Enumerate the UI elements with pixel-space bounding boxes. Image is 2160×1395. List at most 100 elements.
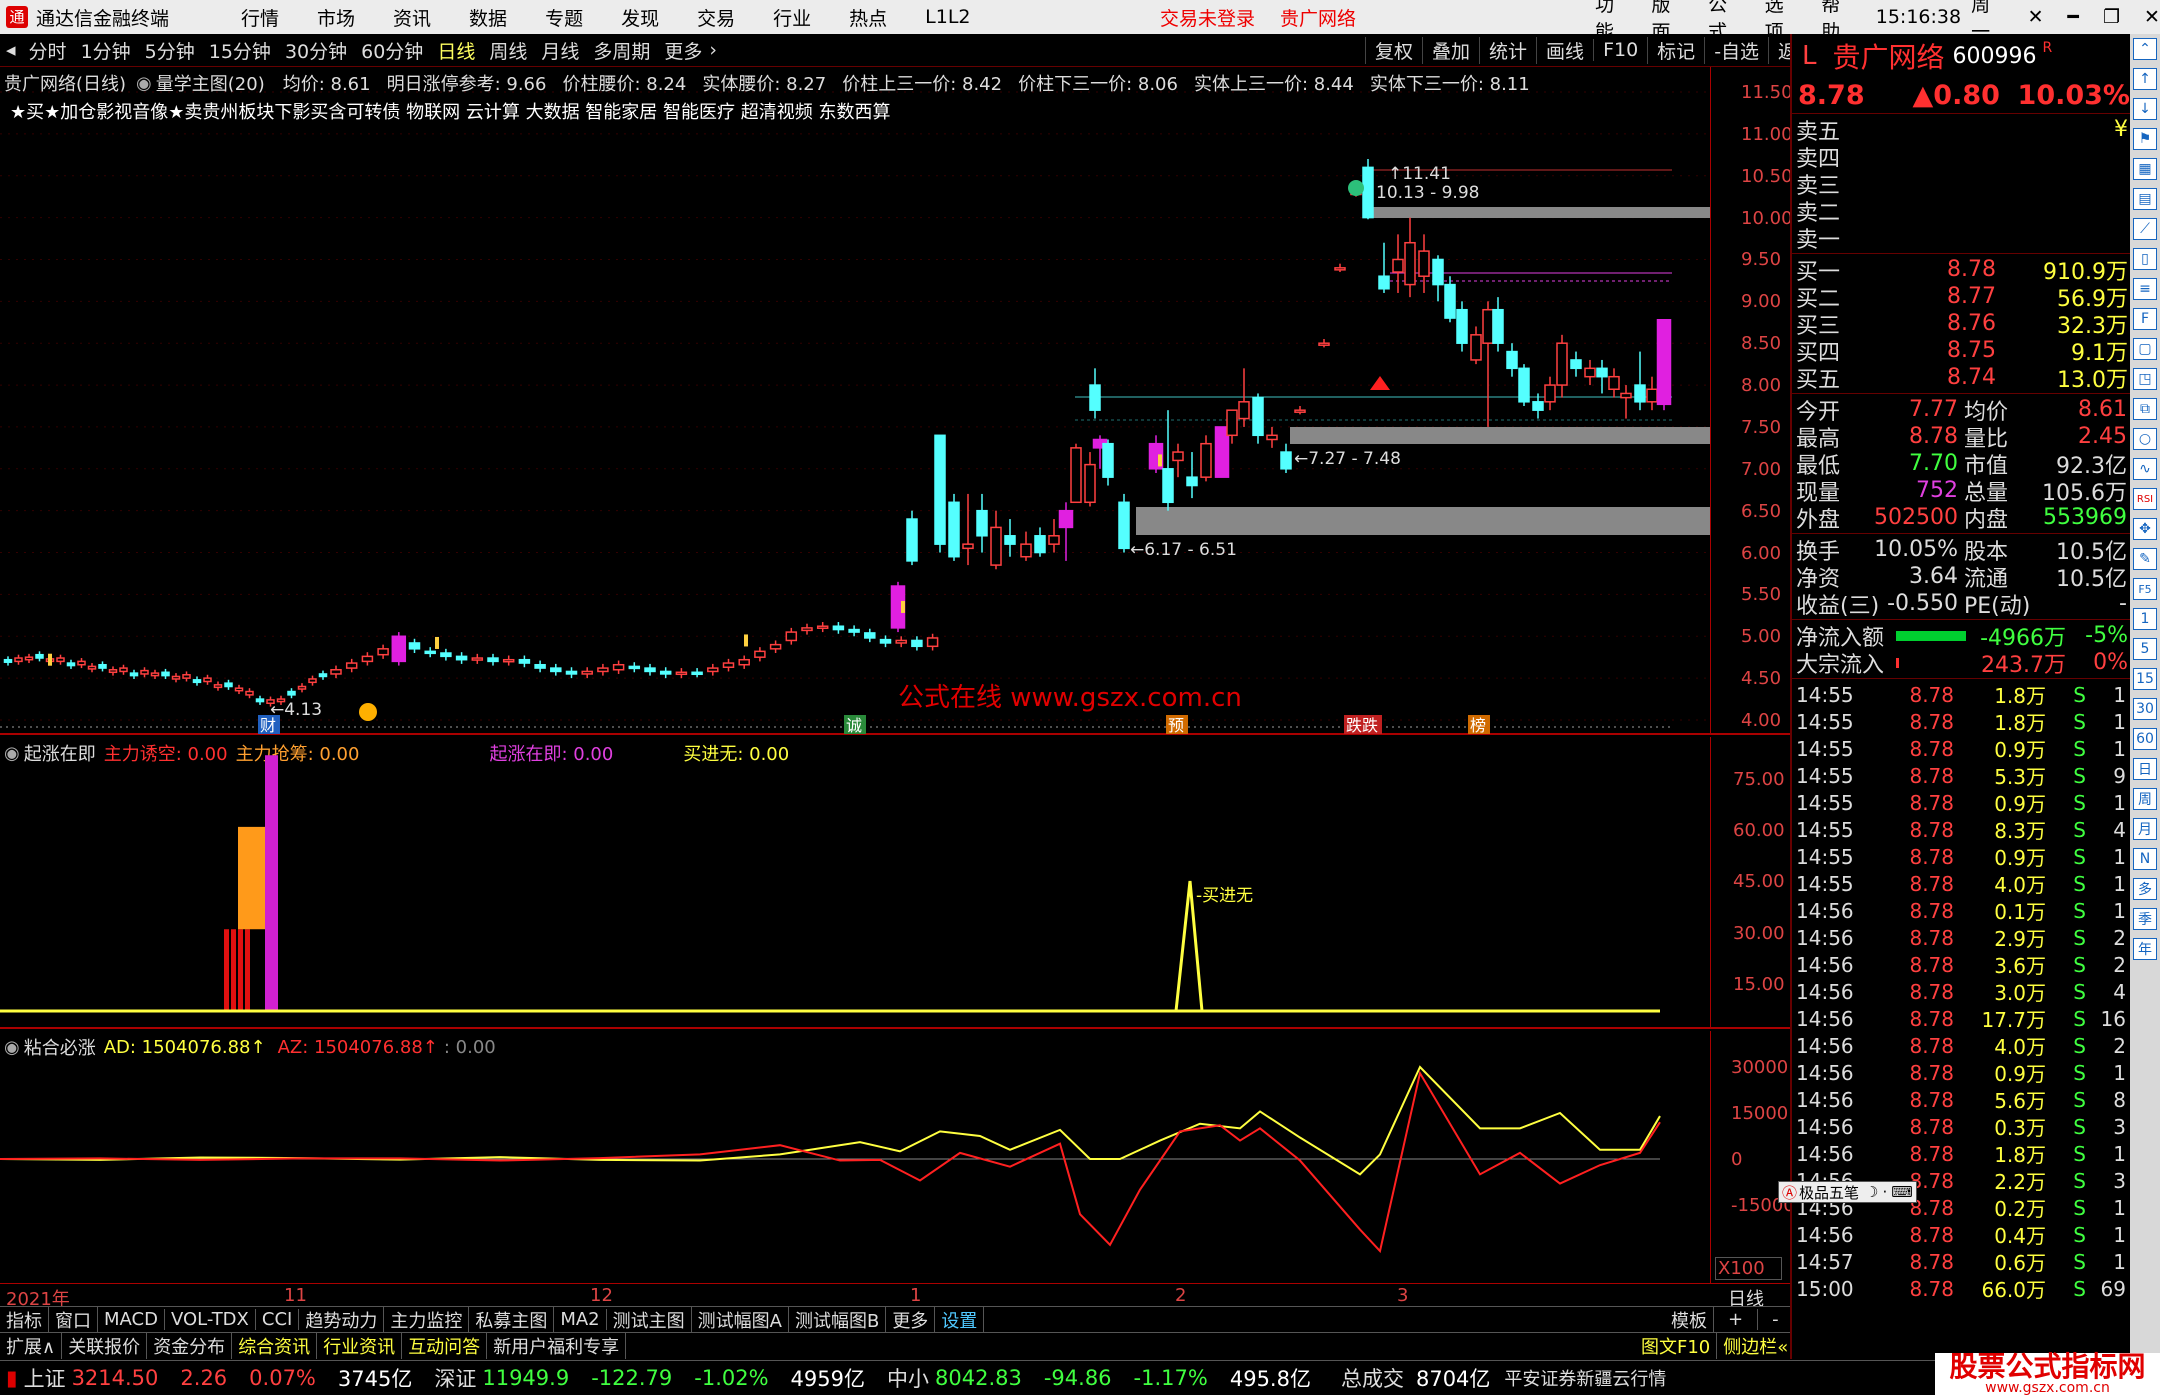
- info-tab[interactable]: 新用户福利专享: [487, 1333, 627, 1359]
- period-tab[interactable]: 30分钟: [278, 37, 354, 64]
- buy-level[interactable]: 买二 8.77 56.9万: [1792, 283, 2130, 312]
- indicator-tab[interactable]: 测试幅图A: [692, 1306, 789, 1333]
- grid-icon[interactable]: ▤: [2133, 188, 2157, 210]
- pen-icon[interactable]: ✎: [2133, 548, 2157, 570]
- table-icon[interactable]: ▦: [2133, 158, 2157, 180]
- template-button[interactable]: 模板: [1665, 1306, 1714, 1333]
- period-tab[interactable]: 1分钟: [74, 37, 138, 64]
- info-tab[interactable]: 行业资讯: [317, 1333, 403, 1359]
- tool-button[interactable]: F10: [1593, 39, 1647, 61]
- ime-popup[interactable]: Ⓐ 极品五笔 ☽ · ⌨: [1778, 1181, 1917, 1203]
- period-tab[interactable]: 5分钟: [138, 37, 202, 64]
- period-year-icon[interactable]: 年: [2133, 938, 2157, 960]
- buy-level[interactable]: 买五 8.74 13.0万: [1792, 364, 2130, 393]
- fin-icon[interactable]: F: [2133, 308, 2157, 330]
- period-day-icon[interactable]: 日: [2133, 758, 2157, 780]
- rsi-icon[interactable]: RSI: [2133, 488, 2157, 510]
- indicator-tab[interactable]: 更多: [886, 1306, 936, 1333]
- period-60-icon[interactable]: 60: [2133, 728, 2157, 750]
- close-window-icon[interactable]: ✕: [2144, 6, 2160, 28]
- period-15-icon[interactable]: 15: [2133, 668, 2157, 690]
- period-tab[interactable]: 多周期: [586, 37, 657, 64]
- menu-item[interactable]: 行情: [241, 4, 279, 31]
- period-5-icon[interactable]: 5: [2133, 638, 2157, 660]
- indicator-tab[interactable]: 主力监控: [384, 1306, 470, 1333]
- index-item[interactable]: 深证 11949.9 -122.79 -1.02% 4959亿: [434, 1363, 865, 1393]
- period-month-icon[interactable]: 月: [2133, 818, 2157, 840]
- sidebar-button[interactable]: 侧边栏«: [1717, 1333, 1796, 1359]
- period-multi-icon[interactable]: 多: [2133, 878, 2157, 900]
- wave-icon[interactable]: ∿: [2133, 458, 2157, 480]
- price-chart[interactable]: 贵广网络(日线) ◉ 量学主图(20) 均价: 8.61 明日涨停参考: 9.6…: [0, 67, 1793, 735]
- info-tab[interactable]: 扩展∧: [0, 1333, 63, 1359]
- circle-icon[interactable]: ○: [2133, 428, 2157, 450]
- buy-level[interactable]: 买一 8.78 910.9万: [1792, 256, 2130, 285]
- add-button[interactable]: +: [1714, 1309, 1759, 1330]
- indicator-tab[interactable]: MA2: [554, 1309, 607, 1330]
- copy-icon[interactable]: ⧉: [2133, 398, 2157, 420]
- indicator-tab[interactable]: VOL-TDX: [165, 1309, 256, 1330]
- period-n-icon[interactable]: N: [2133, 848, 2157, 870]
- period-week-icon[interactable]: 周: [2133, 788, 2157, 810]
- close-icon[interactable]: ✕: [2028, 6, 2044, 28]
- flag-icon[interactable]: ⚑: [2133, 128, 2157, 150]
- indicator-tab[interactable]: 趋势动力: [299, 1306, 385, 1333]
- sell-level[interactable]: 卖二: [1792, 197, 2130, 226]
- stock-link[interactable]: 贵广网络: [1280, 4, 1356, 31]
- menu-item[interactable]: 专题: [545, 4, 583, 31]
- indicator-tab[interactable]: MACD: [98, 1309, 165, 1330]
- menu-item[interactable]: 行业: [773, 4, 811, 31]
- sell-level[interactable]: 卖五 ¥: [1792, 116, 2130, 145]
- indicator-pane-nianhe[interactable]: ◉ 粘合必涨 AD: 1504076.88↑ AZ: 1504076.88↑ :…: [0, 1031, 1795, 1283]
- f5-icon[interactable]: F5: [2133, 578, 2157, 600]
- tool-button[interactable]: 标记: [1647, 36, 1704, 64]
- f10-button[interactable]: 图文F10: [1635, 1333, 1718, 1359]
- moon-icon[interactable]: ☽: [1865, 1183, 1878, 1201]
- down-arrow-icon[interactable]: ↓: [2133, 98, 2157, 120]
- period-tab[interactable]: 更多: [657, 37, 709, 64]
- sell-level[interactable]: 卖四: [1792, 143, 2130, 172]
- period-tab-active[interactable]: 日线: [430, 37, 482, 64]
- period-season-icon[interactable]: 季: [2133, 908, 2157, 930]
- settings-tab[interactable]: 设置: [935, 1306, 985, 1333]
- keyboard-icon[interactable]: ⌨: [1891, 1183, 1913, 1201]
- menu-item[interactable]: 交易: [697, 4, 735, 31]
- tool-button[interactable]: 统计: [1479, 36, 1536, 64]
- period-tab[interactable]: 周线: [482, 37, 534, 64]
- period-tab[interactable]: 分时: [22, 37, 74, 64]
- dot-icon[interactable]: ·: [1882, 1183, 1887, 1201]
- menu-item[interactable]: 热点: [849, 4, 887, 31]
- up-arrow-icon[interactable]: ↑: [2133, 68, 2157, 90]
- period-tab[interactable]: 15分钟: [202, 37, 278, 64]
- indicator-tab[interactable]: 测试主图: [607, 1306, 692, 1333]
- menu-item[interactable]: 数据: [469, 4, 507, 31]
- chevron-up-icon[interactable]: ⌃: [2133, 38, 2157, 60]
- tick-list[interactable]: 14:55 8.78 1.8万 S 1 14:55 8.78 1.8万 S 1 14:55 8.78 0…: [1792, 679, 2130, 1303]
- menu-item[interactable]: 市场: [317, 4, 355, 31]
- indicator-pane-qizhang[interactable]: ◉ 起涨在即 主力诱空: 0.00 主力抢筹: 0.00 起涨在即: 0.00 …: [0, 737, 1790, 1029]
- sell-level[interactable]: 卖一: [1792, 224, 2130, 253]
- menu-item[interactable]: L1L2: [925, 6, 970, 28]
- window-icon[interactable]: ◳: [2133, 368, 2157, 390]
- indicator-tab[interactable]: 私募主图: [469, 1306, 555, 1333]
- indicator-tab[interactable]: 窗口: [49, 1306, 98, 1333]
- indicator-tab[interactable]: CCI: [256, 1309, 300, 1330]
- doc-icon[interactable]: ▢: [2133, 338, 2157, 360]
- login-link[interactable]: 交易未登录: [1160, 4, 1255, 31]
- menu-item[interactable]: 资讯: [393, 4, 431, 31]
- tool-button[interactable]: 复权: [1365, 36, 1422, 64]
- menu-item[interactable]: 发现: [621, 4, 659, 31]
- tool-button[interactable]: -自选: [1704, 36, 1768, 64]
- info-tab[interactable]: 互动问答: [402, 1333, 488, 1359]
- list-icon[interactable]: ≡: [2133, 278, 2157, 300]
- period-tab[interactable]: 月线: [534, 37, 586, 64]
- period-30-icon[interactable]: 30: [2133, 698, 2157, 720]
- indicator-tab[interactable]: 指标: [0, 1306, 49, 1333]
- move-icon[interactable]: ✥: [2133, 518, 2157, 540]
- info-tab[interactable]: 资金分布: [147, 1333, 233, 1359]
- line-chart-icon[interactable]: ⟋: [2133, 218, 2157, 240]
- indicator-tab[interactable]: 测试幅图B: [789, 1306, 887, 1333]
- index-item[interactable]: 上证 3214.50 2.26 0.07% 3745亿: [24, 1363, 413, 1393]
- info-tab[interactable]: 综合资讯: [232, 1333, 318, 1359]
- buy-level[interactable]: 买三 8.76 32.3万: [1792, 310, 2130, 339]
